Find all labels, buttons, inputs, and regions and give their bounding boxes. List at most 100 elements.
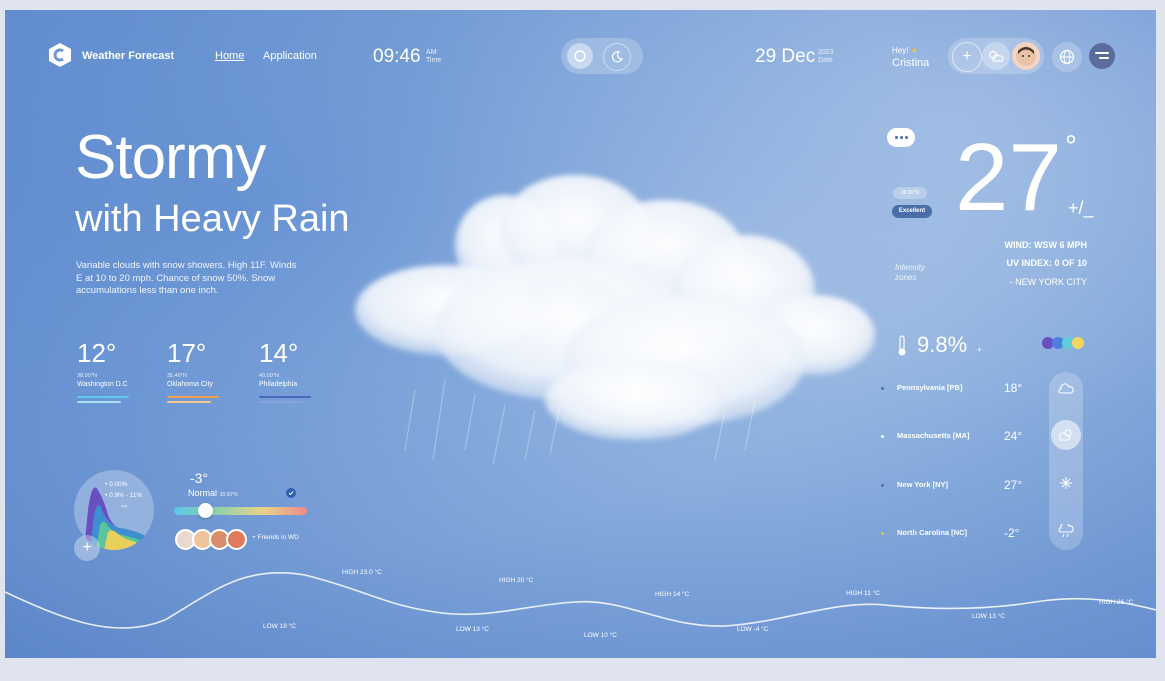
state-dot [881, 532, 884, 535]
weather-title: Stormy [75, 123, 266, 192]
sun-cloud-button[interactable] [1051, 420, 1081, 450]
partly-sunny-icon [1059, 429, 1072, 441]
clock-time: 09:46 [373, 46, 421, 67]
current-temperature: 27 [955, 124, 1062, 231]
rain-cloud-icon [1058, 524, 1074, 538]
status-coord: 38.90°N [219, 492, 238, 498]
menu-button[interactable] [1089, 43, 1115, 69]
city-coord: 40.00°N [259, 373, 279, 379]
more-options-button[interactable] [887, 128, 915, 147]
city-bar [77, 396, 129, 398]
date-label: Date [818, 57, 833, 64]
nav-home-link[interactable]: Home [215, 50, 244, 62]
gauge-range-text: 0.9% - 11% [109, 492, 143, 499]
state-temp: -2° [1004, 526, 1020, 540]
state-temp: 24° [1004, 429, 1023, 443]
temp-toggle[interactable]: +/_ [1068, 198, 1094, 219]
check-icon[interactable] [286, 488, 296, 498]
gauge-value-text: 0.00% [109, 481, 128, 488]
state-row-north-carolina[interactable]: North Carolina [NC] -2° [881, 526, 1026, 541]
forecast-label: LOW 13 °C [972, 613, 1005, 620]
humidity-value: 9.8% [917, 332, 968, 357]
snowflake-icon [1060, 477, 1072, 489]
temperature-slider-handle[interactable] [197, 503, 213, 518]
globe-icon [1059, 49, 1075, 65]
snow-button[interactable] [1051, 468, 1081, 498]
sun-icon [574, 50, 586, 62]
humidity-mark: + [977, 345, 982, 354]
more-dot-icon [899, 136, 903, 139]
greeting: Hey! ★ [892, 46, 918, 55]
user-name: Cristina [892, 57, 930, 69]
intensity-zones-label: Intensity zones [895, 263, 925, 283]
state-name: North Carolina [NC] [897, 528, 967, 537]
friends-link[interactable]: + Friends in WD [252, 534, 299, 541]
user-avatar[interactable] [1012, 42, 1040, 70]
forecast-label: LOW 10 °C [584, 632, 617, 639]
city-card-oklahoma[interactable]: 17° 35.46°N Oklahoma City [167, 338, 247, 403]
sun-mode-button[interactable] [567, 43, 593, 69]
nav-application-link[interactable]: Application [263, 50, 317, 62]
rain-button[interactable] [1051, 516, 1081, 546]
city-bar [167, 401, 211, 403]
state-dot [881, 387, 884, 390]
weather-mode-button[interactable] [982, 42, 1010, 70]
forecast-label: HIGH 23.0 °C [342, 569, 382, 576]
state-dot [881, 484, 884, 487]
clock-label: Time [426, 57, 442, 64]
brand-name: Weather Forecast [82, 50, 175, 62]
moon-mode-button[interactable] [603, 43, 631, 71]
brand-logo-icon [47, 42, 73, 68]
more-dot-icon [904, 136, 908, 139]
plus-icon: + [962, 48, 972, 65]
degree-symbol: ° [1065, 130, 1077, 163]
city-name: Philadelphia [259, 381, 298, 388]
city-card-philadelphia[interactable]: 14° 40.00°N Philadelphia [259, 338, 339, 403]
state-temp: 18° [1004, 381, 1023, 395]
star-icon: ★ [910, 46, 918, 55]
city-coord: 38.90°N [77, 373, 97, 379]
state-dot [881, 435, 884, 438]
temperature-slider-track[interactable] [174, 507, 307, 515]
forecast-wave-chart [5, 571, 1156, 629]
city-bar [77, 401, 121, 403]
theme-toggle [561, 38, 643, 74]
state-row-new-york[interactable]: New York [NY] 27° [881, 478, 1026, 493]
quick-actions: + [948, 38, 1044, 74]
condition-status: Normal 38.90°N [188, 488, 238, 498]
language-button[interactable] [1052, 42, 1082, 72]
clock-ampm: AM [426, 49, 437, 56]
thermometer-icon [896, 335, 908, 362]
state-row-massachusetts[interactable]: Massachusetts [MA] 24° [881, 429, 1026, 444]
snow-icon: °° [121, 504, 128, 513]
forecast-label: HIGH 11 °C [846, 590, 880, 597]
partly-cloudy-icon [988, 50, 1004, 62]
state-name: Pennsylvania [PB] [897, 383, 963, 392]
city-coord: 35.46°N [167, 373, 187, 379]
forecast-label: HIGH 14 °C [655, 591, 690, 598]
zones-label: zones [895, 273, 917, 282]
weather-subtitle: with Heavy Rain [75, 198, 350, 240]
forecast-label: LOW 18 °C [263, 623, 296, 630]
cloud-icon [1058, 383, 1074, 394]
location-coordinate: 38.90°N [893, 187, 927, 199]
city-bar [259, 396, 311, 398]
greeting-text: Hey! [892, 46, 909, 55]
city-bar [259, 401, 303, 403]
avatar-face-icon [1016, 46, 1036, 66]
state-row-pennsylvania[interactable]: Pennsylvania [PB] 18° [881, 381, 1026, 396]
forecast-label: HIGH 20 °C [499, 577, 534, 584]
state-temp: 27° [1004, 478, 1023, 492]
city-temp: 14° [259, 338, 299, 368]
storm-cloud-illustration [355, 175, 875, 466]
city-card-washington[interactable]: 12° 38.90°N Washington D.C [77, 338, 157, 403]
current-date: 29 Dec [755, 46, 816, 67]
feels-like-temp: -3° [190, 470, 209, 486]
friend-avatar[interactable] [226, 529, 247, 550]
city-name: Washington D.C [77, 381, 128, 388]
weather-dashboard: Weather Forecast Home Application 09:46 … [5, 10, 1156, 658]
zone-color-dots[interactable] [1041, 336, 1091, 350]
cloudy-button[interactable] [1051, 374, 1081, 404]
gauge-value: • 0.00% [105, 481, 128, 488]
add-button[interactable]: + [952, 42, 982, 72]
